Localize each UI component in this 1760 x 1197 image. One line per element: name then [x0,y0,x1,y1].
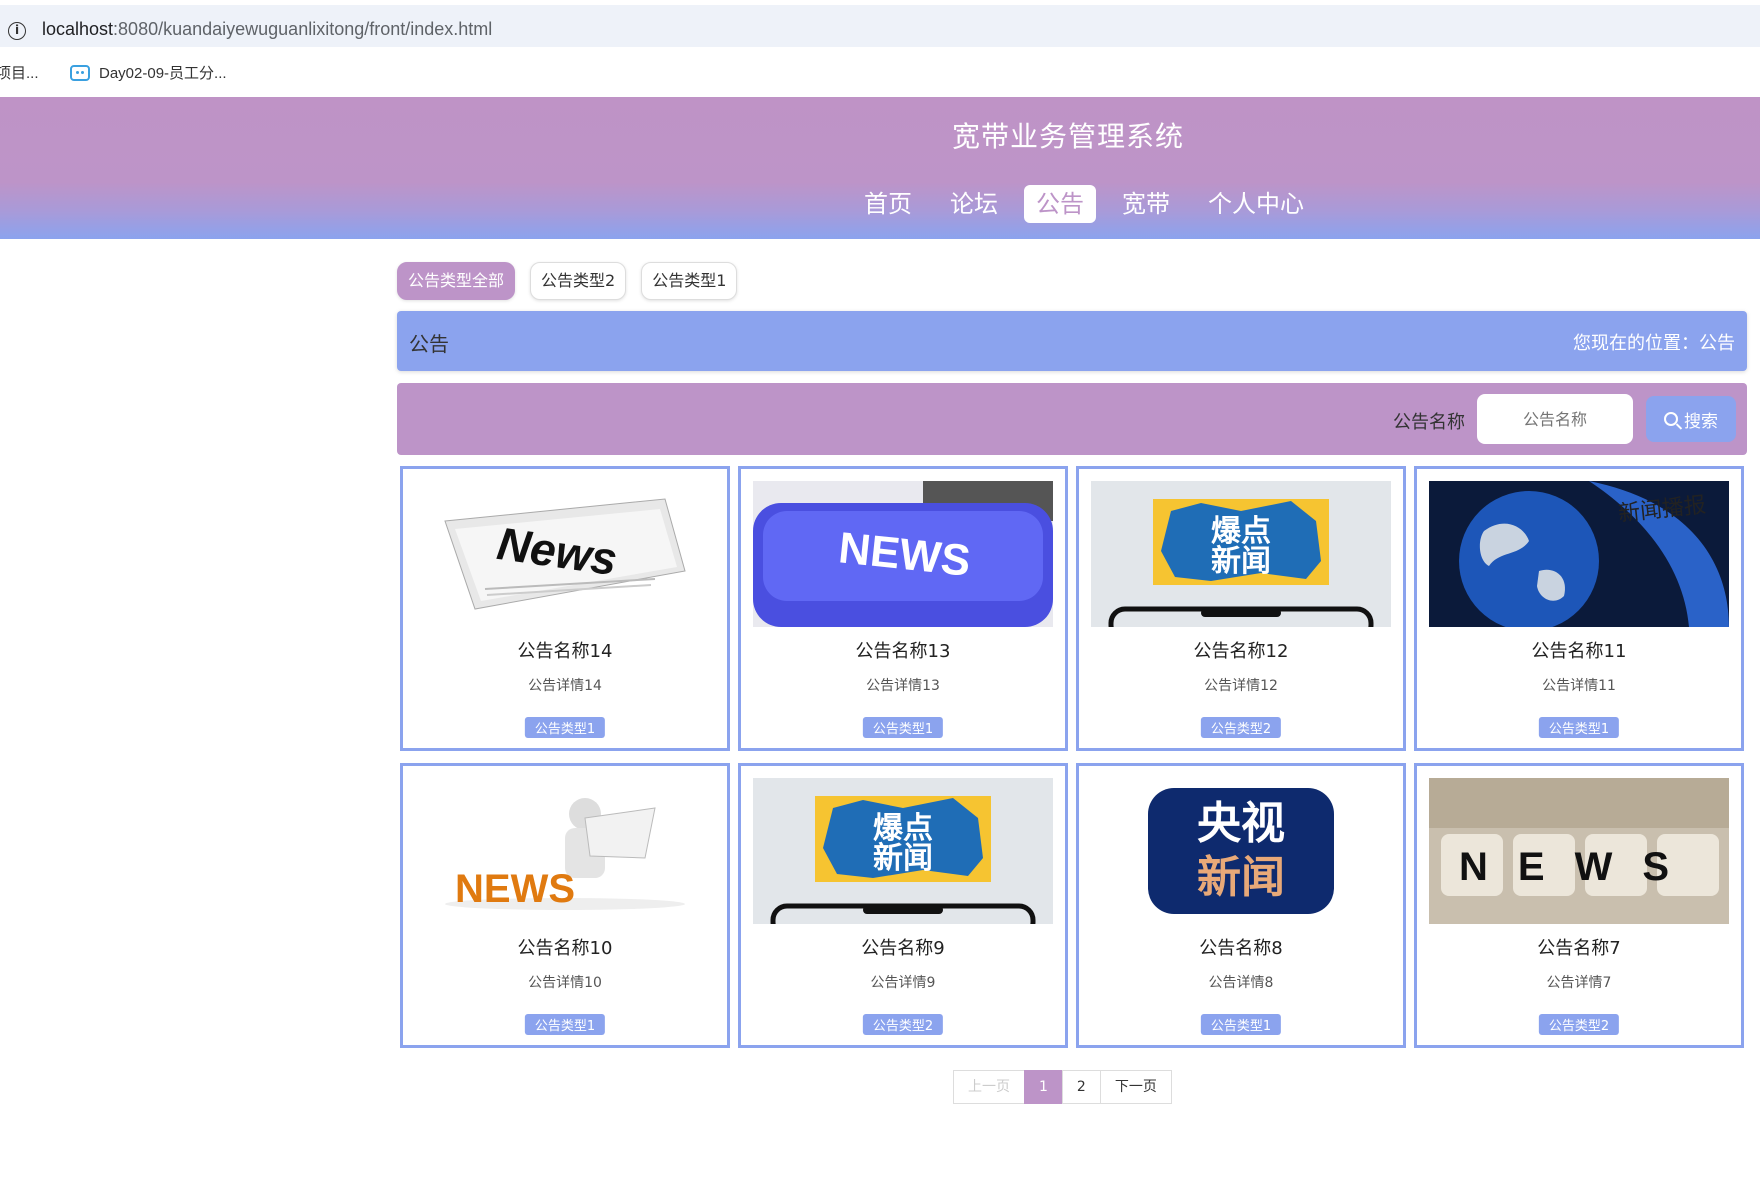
breadcrumb: 您现在的位置：公告 [1573,333,1735,354]
search-icon [1664,412,1678,426]
notice-grid: News 公告名称14 公告详情14 公告类型1 NEWS 公告名称13 公告详… [400,466,1745,1048]
notice-type-tabs: 公告类型全部 公告类型2 公告类型1 [397,262,738,300]
card-title: 公告名称12 [1193,641,1289,662]
prev-page-button[interactable]: 上一页 [953,1070,1025,1104]
svg-text:NEWS: NEWS [455,867,575,911]
url-text[interactable]: localhost:8080/kuandaiyewuguanlixitong/f… [42,19,492,40]
browser-address-area: i localhost:8080/kuandaiyewuguanlixitong… [0,0,1760,48]
news-figure-image: NEWS [415,778,715,924]
card-type-badge: 公告类型2 [862,1014,944,1035]
section-title-bar: 公告 您现在的位置：公告 [397,311,1747,371]
card-detail: 公告详情14 [528,678,602,694]
nav-broadband[interactable]: 宽带 [1110,185,1182,223]
card-title: 公告名称13 [855,641,951,662]
notice-card[interactable]: News 公告名称14 公告详情14 公告类型1 [400,466,730,751]
card-title: 公告名称8 [1199,938,1283,959]
search-button[interactable]: 搜索 [1646,396,1736,442]
bookmark-item[interactable]: 项目... [0,62,39,83]
card-title: 公告名称11 [1531,641,1627,662]
notice-card[interactable]: 爆点 新闻 公告名称9 公告详情9 公告类型2 [738,763,1068,1048]
notice-card[interactable]: NEWS 公告名称13 公告详情13 公告类型1 [738,466,1068,751]
card-type-badge: 公告类型1 [862,717,944,738]
svg-text:新闻: 新闻 [1197,852,1285,903]
address-bar[interactable]: i localhost:8080/kuandaiyewuguanlixitong… [0,5,1760,47]
card-detail: 公告详情9 [870,975,936,991]
card-type-badge: 公告类型2 [1538,1014,1620,1035]
hot-news-image: 爆点 新闻 [1091,481,1391,627]
notice-card[interactable]: 新闻播报 公告名称11 公告详情11 公告类型1 [1414,466,1744,751]
hot-news-image: 爆点 新闻 [753,778,1053,924]
notice-card[interactable]: 央视 新闻 公告名称8 公告详情8 公告类型1 [1076,763,1406,1048]
card-type-badge: 公告类型2 [1200,717,1282,738]
card-title: 公告名称9 [861,938,945,959]
card-detail: 公告详情10 [528,975,602,991]
card-detail: 公告详情7 [1546,975,1612,991]
card-type-badge: 公告类型1 [1538,717,1620,738]
card-detail: 公告详情12 [1204,678,1278,694]
nav-home[interactable]: 首页 [852,185,924,223]
search-label: 公告名称 [1393,412,1465,433]
card-title: 公告名称7 [1537,938,1621,959]
bookmarks-bar: 项目... Day02-09-员工分... [0,52,1760,96]
card-type-badge: 公告类型1 [524,717,606,738]
search-input[interactable] [1477,394,1633,444]
svg-text:NEWS: NEWS [1459,845,1699,889]
tab-type-1[interactable]: 公告类型1 [641,262,738,300]
tab-type-all[interactable]: 公告类型全部 [397,262,516,300]
tab-type-2[interactable]: 公告类型2 [530,262,627,300]
info-icon[interactable]: i [8,22,26,40]
search-button-label: 搜索 [1684,411,1718,432]
page-1-button[interactable]: 1 [1024,1070,1063,1104]
card-detail: 公告详情11 [1542,678,1616,694]
nav-notice[interactable]: 公告 [1024,185,1096,223]
news-blocks-image: NEWS [1429,778,1729,924]
cctv-news-image: 央视 新闻 [1091,778,1391,924]
news-key-image: NEWS [753,481,1053,627]
notice-card[interactable]: 爆点 新闻 公告名称12 公告详情12 公告类型2 [1076,466,1406,751]
notice-card[interactable]: NEWS 公告名称10 公告详情10 公告类型1 [400,763,730,1048]
svg-text:新闻: 新闻 [873,841,933,876]
search-bar: 公告名称 搜索 [397,383,1747,455]
card-type-badge: 公告类型1 [1200,1014,1282,1035]
card-detail: 公告详情13 [866,678,940,694]
bilibili-icon [70,64,90,81]
svg-text:新闻: 新闻 [1211,544,1271,579]
section-title: 公告 [409,332,449,356]
card-type-badge: 公告类型1 [524,1014,606,1035]
site-title: 宽带业务管理系统 [952,120,1185,153]
pagination: 上一页 1 2 下一页 [953,1070,1172,1104]
notice-card[interactable]: NEWS 公告名称7 公告详情7 公告类型2 [1414,763,1744,1048]
card-detail: 公告详情8 [1208,975,1274,991]
card-title: 公告名称10 [517,938,613,959]
nav-user-center[interactable]: 个人中心 [1196,185,1316,223]
main-nav: 首页 论坛 公告 宽带 个人中心 [852,185,1316,223]
nav-forum[interactable]: 论坛 [938,185,1010,223]
globe-news-image: 新闻播报 [1429,481,1729,627]
site-header: 宽带业务管理系统 首页 论坛 公告 宽带 个人中心 [0,97,1760,239]
page-2-button[interactable]: 2 [1061,1070,1101,1104]
next-page-button[interactable]: 下一页 [1099,1070,1172,1104]
svg-text:央视: 央视 [1197,798,1285,849]
news-paper-image: News [415,481,715,627]
bookmark-item[interactable]: Day02-09-员工分... [70,62,227,83]
card-title: 公告名称14 [517,641,613,662]
